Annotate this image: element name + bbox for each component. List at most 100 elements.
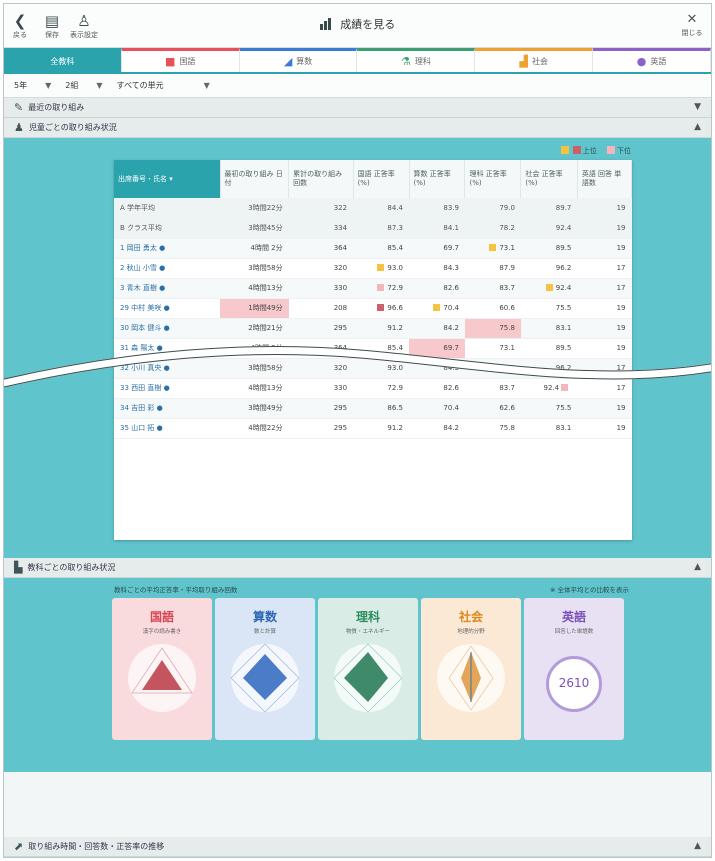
- cell-rika: 75.8: [464, 418, 521, 439]
- cell-kokugo: 91.2: [353, 318, 410, 339]
- high-mark: [433, 304, 441, 311]
- col-header-kokugo-label: 国語 正答率 (%): [357, 170, 395, 187]
- cell-first-date: 4時間 2分: [220, 238, 289, 259]
- line-chart-icon: ⬈: [14, 840, 24, 853]
- subject-card-eigo[interactable]: 英語 回答した単語数 2610: [524, 598, 624, 740]
- cell-sansu: 70.4: [409, 298, 465, 319]
- section-overall-header[interactable]: ✎ 最近の取り組み ▼: [4, 98, 711, 118]
- class-select[interactable]: 2組 ▼: [65, 80, 102, 91]
- col-header-count[interactable]: 累計の取り組み 回数: [288, 160, 354, 198]
- ruler-icon: ◢: [283, 55, 293, 68]
- grade-value: 5年: [14, 81, 28, 90]
- cell-shakai: 92.4: [520, 218, 578, 239]
- high-mark: [489, 244, 497, 251]
- table-header-row: 出席番号・氏名 ▾ 最初の取り組み 日付 累計の取り組み 回数 国語 正答率 (…: [114, 160, 632, 198]
- app-window: ❮ 戻る ▤ 保存 ♙ 表示設定 成績を見る ✕ 閉じる 全教科 ■ 国語 ◢ 算数…: [3, 3, 712, 858]
- cell-sansu: 82.6: [409, 278, 465, 299]
- cell-name[interactable]: 3 青木 直樹 ●: [114, 278, 220, 299]
- col-header-name[interactable]: 出席番号・氏名 ▾: [114, 160, 221, 198]
- subject-sub: 回答した単語数: [554, 629, 594, 635]
- cell-name[interactable]: 1 岡田 勇太 ●: [114, 238, 220, 259]
- chevron-up-icon: ▲: [694, 122, 701, 132]
- low-mark: [377, 284, 385, 291]
- class-value: 2組: [65, 81, 79, 90]
- cell-rika: 87.9: [464, 258, 521, 279]
- tab-rika[interactable]: ⚗ 理科: [357, 48, 476, 72]
- table-row[interactable]: 29 中村 美咲 ● 1時間49分 208 96.6 70.4 60.6 75.…: [114, 298, 632, 319]
- subject-sub: 地理的分野: [457, 629, 485, 635]
- table-row[interactable]: 2 秋山 小雪 ● 3時間58分 320 93.0 84.3 87.9 96.2…: [114, 258, 632, 279]
- cell-shakai: 89.7: [520, 198, 578, 219]
- table-row[interactable]: 34 吉田 彩 ● 3時間49分 295 86.5 70.4 62.6 75.5…: [114, 398, 632, 419]
- section-students-header[interactable]: ♟ 児童ごとの取り組み状況 ▲: [4, 118, 711, 138]
- chevron-up-icon: ▲: [694, 841, 701, 851]
- legend-high-swatch-2: [572, 146, 581, 154]
- subject-card-sansu[interactable]: 算数 数と計算: [215, 598, 315, 740]
- col-header-rika[interactable]: 理科 正答率 (%): [464, 160, 522, 198]
- tab-kokugo[interactable]: ■ 国語: [121, 48, 240, 72]
- table-row[interactable]: 35 山口 拓 ● 4時間22分 295 91.2 84.2 75.8 83.1…: [114, 418, 632, 439]
- cell-count: 334: [288, 218, 354, 239]
- col-header-name-label: 出席番号・氏名: [118, 174, 167, 183]
- cell-eigo: 17: [577, 258, 632, 279]
- cell-count: 295: [288, 318, 354, 339]
- cell-name[interactable]: 29 中村 美咲 ●: [114, 298, 220, 319]
- subject-card-shakai[interactable]: 社会 地理的分野: [421, 598, 521, 740]
- cell-name[interactable]: 2 秋山 小雪 ●: [114, 258, 220, 279]
- cell-kokugo-value: 72.9: [387, 284, 404, 292]
- subject-card-kokugo[interactable]: 国語 漢字の読み書き: [112, 598, 212, 740]
- close-button[interactable]: ✕ 閉じる: [679, 12, 705, 38]
- legend-low-label: 下位: [617, 147, 631, 155]
- cell-rika: 78.2: [464, 218, 521, 239]
- cell-rika: 79.0: [464, 198, 521, 219]
- radar-chart-shakai: [437, 644, 505, 712]
- col-header-kokugo[interactable]: 国語 正答率 (%): [353, 160, 410, 198]
- col-header-first-date[interactable]: 最初の取り組み 日付: [220, 160, 290, 198]
- tab-all[interactable]: 全教科: [4, 48, 122, 72]
- table-row[interactable]: 1 岡田 勇太 ● 4時間 2分 364 85.4 69.7 73.1 89.5…: [114, 238, 632, 259]
- table-row: B クラス平均 3時間45分 334 87.3 84.1 78.2 92.4 1…: [114, 218, 632, 239]
- cell-name[interactable]: 35 山口 拓 ●: [114, 418, 220, 439]
- cell-rika: 62.6: [464, 398, 521, 419]
- cell-eigo: 17: [577, 278, 632, 299]
- radar-chart-sansu: [230, 643, 300, 713]
- cell-shakai: 75.5: [520, 398, 578, 419]
- col-header-sansu[interactable]: 算数 正答率 (%): [409, 160, 466, 198]
- cell-kokugo: 72.9: [353, 278, 410, 299]
- radar-chart-rika: [333, 643, 403, 713]
- col-header-shakai-label: 社会 正答率 (%): [525, 170, 563, 187]
- subject-tabs: 全教科 ■ 国語 ◢ 算数 ⚗ 理科 ▟ 社会 ● 英語: [4, 48, 711, 74]
- section-subjects-header[interactable]: ▙ 教科ごとの取り組み状況 ▲: [4, 558, 711, 578]
- table-row[interactable]: 3 青木 直樹 ● 4時間13分 330 72.9 82.6 83.7 92.4…: [114, 278, 632, 299]
- grade-select[interactable]: 5年 ▼: [14, 80, 51, 91]
- tab-sansu-label: 算数: [296, 57, 313, 66]
- table-legend: 上位 下位: [559, 146, 631, 156]
- col-header-eigo[interactable]: 英語 回答 単語数: [577, 160, 632, 198]
- cell-name[interactable]: 30 岡本 健斗 ●: [114, 318, 220, 339]
- tab-eigo[interactable]: ● 英語: [593, 48, 711, 72]
- cell-count: 364: [288, 238, 354, 259]
- table-row[interactable]: 30 岡本 健斗 ● 2時間21分 295 91.2 84.2 75.8 83.…: [114, 318, 632, 339]
- legend-high-label: 上位: [582, 147, 597, 155]
- tab-shakai[interactable]: ▟ 社会: [475, 48, 594, 72]
- book-icon: ■: [165, 55, 176, 68]
- subject-card-rika[interactable]: 理科 物質・エネルギー: [318, 598, 418, 740]
- cell-kokugo: 93.0: [353, 258, 410, 279]
- col-header-eigo-label: 英語 回答 単語数: [581, 170, 622, 187]
- cell-eigo: 19: [577, 198, 632, 219]
- cell-name[interactable]: 34 吉田 彩 ●: [114, 398, 220, 419]
- subjects-panel-title: 教科ごとの平均正答率・平均取り組み回数: [114, 586, 238, 594]
- subject-name: 英語: [561, 610, 586, 624]
- cell-rika-value: 73.1: [499, 244, 515, 252]
- cell-first-date: 1時間49分: [220, 298, 289, 319]
- cell-shakai: 83.1: [520, 418, 578, 439]
- scope-select[interactable]: すべての単元 ▼: [117, 80, 210, 91]
- high-mark: [377, 264, 385, 271]
- chevron-down-icon: ▼: [203, 81, 210, 90]
- legend-high-swatch: [560, 146, 569, 154]
- cell-sansu: 70.4: [409, 398, 465, 419]
- subject-name: 算数: [252, 610, 277, 624]
- col-header-shakai[interactable]: 社会 正答率 (%): [520, 160, 578, 198]
- section-trend-header[interactable]: ⬈ 取り組み時間・回答数・正答率の推移 ▲: [4, 837, 711, 857]
- tab-sansu[interactable]: ◢ 算数: [239, 48, 358, 72]
